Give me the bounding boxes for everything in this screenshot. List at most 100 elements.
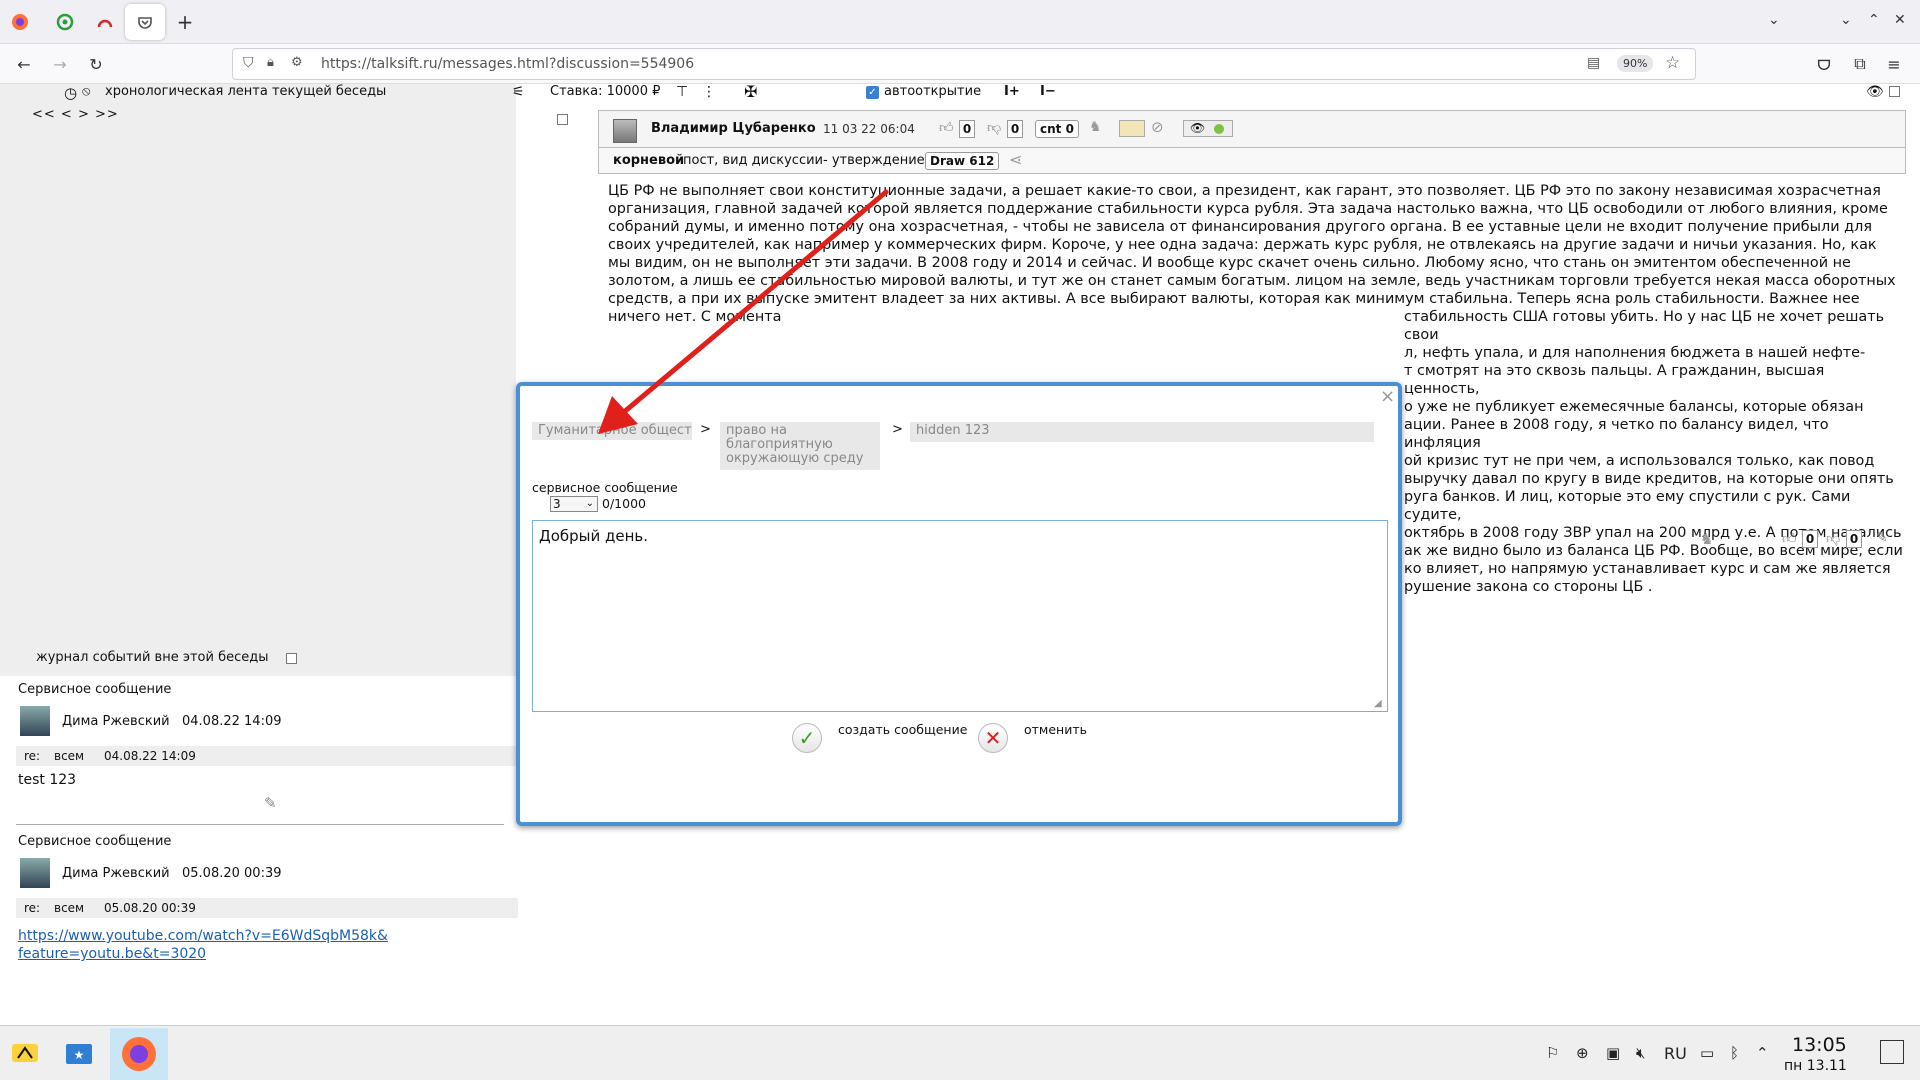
breadcrumb-3[interactable]: hidden 123 bbox=[910, 422, 1374, 442]
visibility-checkbox[interactable] bbox=[1889, 86, 1900, 97]
avatar[interactable] bbox=[20, 858, 50, 888]
figure-footer-icon[interactable]: ♞ bbox=[1700, 530, 1713, 548]
new-tab-button[interactable]: + bbox=[165, 4, 205, 40]
post-subheader: корневой пост, вид дискуссии- утверждени… bbox=[598, 148, 1906, 174]
figure-icon[interactable]: ♞ bbox=[1089, 119, 1102, 135]
journal-item-author[interactable]: Дима Ржевский bbox=[62, 714, 170, 729]
share-icon[interactable]: ⋖ bbox=[1009, 150, 1022, 169]
pocket-save-icon[interactable] bbox=[1812, 52, 1836, 76]
edit-icon[interactable]: ✎ bbox=[1876, 530, 1888, 546]
lock-icon[interactable]: 🔒︎ bbox=[267, 55, 274, 70]
journal-item-to: всем bbox=[54, 749, 85, 763]
post-line: ко влияет, но напрямую устанавливает кур… bbox=[1404, 561, 1891, 577]
highlight-icon[interactable] bbox=[1119, 120, 1145, 137]
edit-icon[interactable]: ✎ bbox=[264, 794, 277, 812]
firefox-menu-icon[interactable] bbox=[0, 4, 40, 40]
post-body-right: стабильность США готовы убить. Но у нас … bbox=[1404, 308, 1904, 596]
post-author[interactable]: Владимир Цубаренко bbox=[651, 121, 816, 136]
reader-view-icon[interactable]: ▤ bbox=[1587, 55, 1600, 71]
url-bar[interactable]: ⛉ 🔒︎ ⚙ https://talksift.ru/messages.html… bbox=[232, 48, 1696, 80]
eye-icon[interactable]: 👁︎ bbox=[1866, 84, 1884, 100]
bookmark-star-icon[interactable]: ☆ bbox=[1665, 53, 1680, 73]
filter-icon[interactable]: ⚟ bbox=[512, 84, 525, 100]
breadcrumb-sep: > bbox=[892, 422, 903, 437]
breadcrumb-1[interactable]: Гуманитарное общество bbox=[532, 422, 692, 440]
keyboard-layout[interactable]: RU bbox=[1664, 1044, 1687, 1063]
close-window-icon[interactable]: ✕ bbox=[1894, 12, 1906, 28]
permissions-icon[interactable]: ⚙ bbox=[291, 55, 303, 70]
root-label: корневой bbox=[613, 153, 685, 168]
collapse-checkbox[interactable] bbox=[557, 114, 568, 125]
message-textarea[interactable]: Добрый день. bbox=[532, 520, 1388, 712]
bluetooth-icon[interactable]: ᛒ bbox=[1730, 1044, 1739, 1062]
collapse-all-icon[interactable]: ✠ bbox=[744, 82, 757, 101]
post-line: выручку давал по кругу в виде кредитов, … bbox=[1404, 471, 1894, 487]
post-line: т смотрят на это сквозь пальцы. А гражда… bbox=[1404, 363, 1825, 397]
collapse-minus-icon[interactable]: I− bbox=[1040, 84, 1056, 99]
clock-date[interactable]: пн 13.11 bbox=[1784, 1058, 1847, 1074]
resize-handle-icon[interactable]: ◢ bbox=[1374, 698, 1382, 709]
like-icon[interactable]: 👍︎ bbox=[939, 119, 954, 136]
red-arc-icon bbox=[97, 19, 113, 28]
timeline-icon[interactable]: ⦸ bbox=[82, 84, 90, 99]
timeline-label[interactable]: хронологическая лента текущей беседы bbox=[105, 84, 386, 99]
journal-item-title: Сервисное сообщение bbox=[18, 834, 172, 849]
draw-badge[interactable]: Draw 612 bbox=[925, 152, 1000, 170]
tab-1[interactable] bbox=[45, 4, 85, 40]
forward-icon[interactable]: → bbox=[48, 52, 72, 76]
page-content: ◷ ⦸ хронологическая лента текущей беседы… bbox=[0, 82, 1920, 1025]
dialog-close-icon[interactable]: × bbox=[1380, 386, 1395, 407]
clock-icon[interactable]: ◷ bbox=[64, 84, 77, 102]
maximize-icon[interactable]: ⌃ bbox=[1868, 12, 1880, 28]
back-icon[interactable]: ← bbox=[12, 52, 36, 76]
alt-linux-menu-icon[interactable] bbox=[10, 1038, 40, 1068]
shield-icon[interactable]: ⛉ bbox=[243, 55, 254, 71]
extensions-icon[interactable]: ⧉ bbox=[1848, 52, 1872, 76]
author-avatar[interactable] bbox=[613, 119, 637, 143]
pager-links[interactable]: << < > >> bbox=[32, 107, 119, 122]
hide-eye-icon[interactable]: ⊘ bbox=[1151, 118, 1164, 136]
cancel-button[interactable]: отменить bbox=[1024, 722, 1087, 737]
create-message-button[interactable]: создать сообщение bbox=[838, 722, 967, 737]
dislike-icon[interactable]: 👎︎ bbox=[987, 119, 1001, 136]
expand-plus-icon[interactable]: I+ bbox=[1004, 84, 1020, 99]
view-toggle[interactable]: 👁︎ bbox=[1183, 120, 1233, 137]
taskbar-firefox-item[interactable] bbox=[110, 1028, 168, 1080]
youtube-link-cont[interactable]: feature=youtu.be&t=3020 bbox=[18, 946, 206, 962]
zoom-level-badge[interactable]: 90% bbox=[1617, 55, 1654, 72]
network-icon[interactable]: ▭ bbox=[1700, 1044, 1714, 1062]
message-type-select[interactable]: 3 ⌄ bbox=[550, 496, 598, 512]
create-accept-icon[interactable]: ✓ bbox=[792, 723, 822, 753]
url-text[interactable]: https://talksift.ru/messages.html?discus… bbox=[321, 56, 694, 72]
cancel-x-icon[interactable]: ✕ bbox=[978, 723, 1008, 753]
list-tabs-icon[interactable]: ⌄ bbox=[1768, 12, 1780, 28]
journal-item-author[interactable]: Дима Ржевский bbox=[62, 866, 170, 881]
tab-active[interactable] bbox=[125, 4, 165, 40]
footer-like-icon[interactable]: 👍︎ bbox=[1782, 530, 1797, 547]
show-desktop-icon[interactable] bbox=[1880, 1040, 1904, 1064]
post-line: стабильность США готовы убить. Но у нас … bbox=[1404, 309, 1885, 343]
branch-icon[interactable]: ⋮ bbox=[702, 84, 716, 100]
like-count: 0 bbox=[959, 120, 975, 138]
volume-muted-icon[interactable]: 🔇︎ bbox=[1636, 1044, 1645, 1062]
post-body-text: ЦБ РФ не выполняет свои конституционные … bbox=[608, 183, 1896, 325]
tray-expand-icon[interactable]: ⌃ bbox=[1756, 1044, 1769, 1062]
select-value: 3 bbox=[553, 497, 561, 511]
notifications-icon[interactable]: ⚐ bbox=[1546, 1044, 1559, 1062]
clipboard-icon[interactable]: ▣ bbox=[1606, 1044, 1620, 1062]
file-manager-icon[interactable]: ★ bbox=[64, 1038, 94, 1068]
avatar[interactable] bbox=[20, 706, 50, 736]
app-menu-icon[interactable]: ≡ bbox=[1882, 52, 1906, 76]
reload-icon[interactable]: ↻ bbox=[84, 52, 108, 76]
update-icon[interactable]: ⊕ bbox=[1576, 1044, 1589, 1062]
breadcrumb-2[interactable]: право на благоприятную окружающую среду bbox=[720, 422, 880, 470]
youtube-link[interactable]: https://www.youtube.com/watch?v=E6WdSqbM… bbox=[18, 928, 388, 944]
minimize-icon[interactable]: ⌄ bbox=[1840, 12, 1852, 28]
footer-dislike-icon[interactable]: 👎︎ bbox=[1826, 530, 1840, 547]
clock-time[interactable]: 13:05 bbox=[1792, 1034, 1847, 1056]
autoopen-checkbox[interactable]: ✓ bbox=[866, 86, 879, 99]
tab-2[interactable] bbox=[85, 4, 125, 40]
journal-checkbox[interactable] bbox=[286, 653, 297, 664]
tree-icon[interactable]: ⊤ bbox=[676, 84, 688, 100]
cnt-badge[interactable]: cnt 0 bbox=[1035, 120, 1079, 138]
